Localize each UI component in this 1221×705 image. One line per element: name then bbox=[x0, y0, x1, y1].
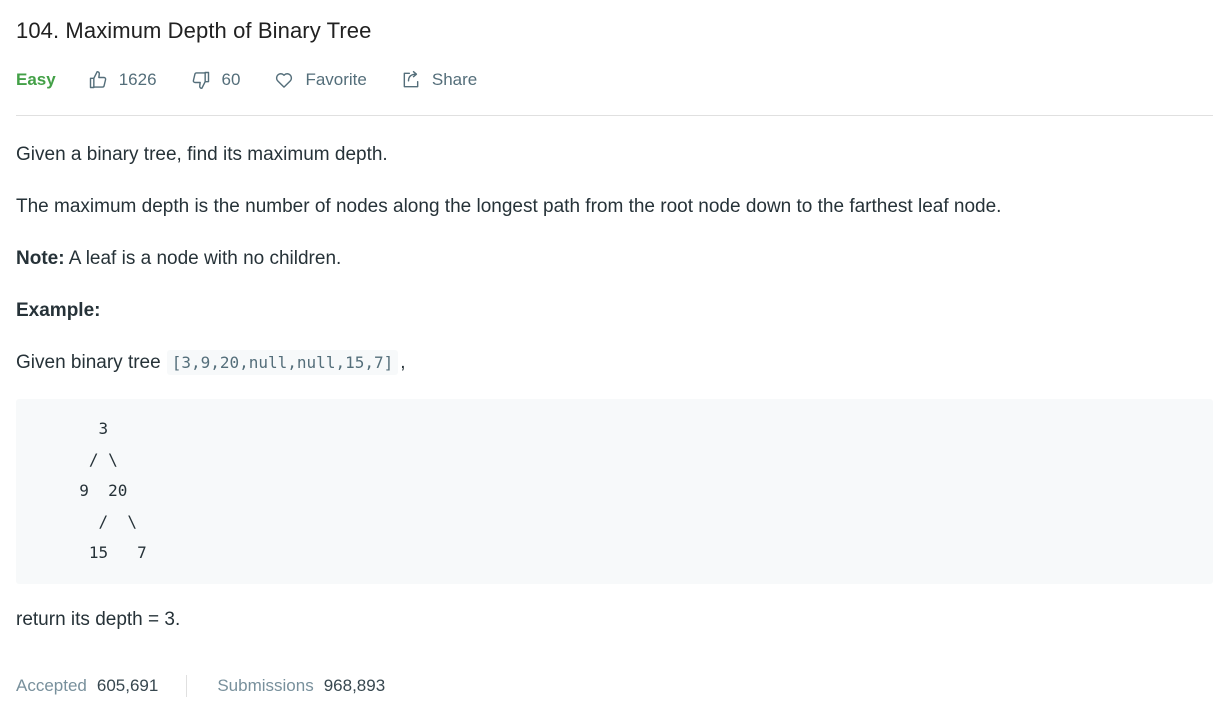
description-paragraph-2: The maximum depth is the number of nodes… bbox=[16, 196, 1002, 217]
accepted-count: 605,691 bbox=[96, 676, 159, 695]
dislike-count: 60 bbox=[221, 70, 241, 89]
given-text: Given binary tree bbox=[16, 352, 161, 373]
accepted-label: Accepted bbox=[16, 676, 87, 695]
given-tree-code: [3,9,20,null,null,15,7] bbox=[166, 350, 399, 375]
favorite-button[interactable]: Favorite bbox=[274, 70, 367, 90]
thumbs-down-icon bbox=[192, 71, 209, 90]
description-paragraph-1: Given a binary tree, find its maximum de… bbox=[16, 144, 388, 165]
header-divider bbox=[16, 115, 1213, 116]
like-button[interactable]: 1626 bbox=[88, 70, 157, 90]
example-given-line: Given binary tree [3,9,20,null,null,15,7]… bbox=[16, 348, 1213, 378]
note-label: Note: bbox=[16, 248, 65, 269]
example-heading: Example: bbox=[16, 296, 1213, 326]
submissions-count: 968,893 bbox=[323, 676, 386, 695]
thumbs-up-icon bbox=[89, 70, 107, 89]
tree-ascii-diagram: 3 / \ 9 20 / \ 15 7 bbox=[79, 419, 147, 562]
problem-description-panel: 104. Maximum Depth of Binary Tree Easy 1… bbox=[0, 0, 1221, 705]
example-label: Example: bbox=[16, 300, 101, 321]
favorite-label: Favorite bbox=[305, 70, 367, 89]
problem-meta-row: Easy 1626 60 Favorite Share bbox=[16, 66, 511, 94]
share-icon bbox=[403, 70, 419, 88]
share-label: Share bbox=[431, 70, 478, 89]
dislike-button[interactable]: 60 bbox=[191, 70, 241, 90]
note-paragraph: Note: A leaf is a node with no children. bbox=[16, 244, 1213, 274]
stats-separator bbox=[186, 675, 188, 697]
return-statement: return its depth = 3. bbox=[16, 609, 181, 630]
problem-title: 104. Maximum Depth of Binary Tree bbox=[16, 18, 372, 43]
submissions-label: Submissions bbox=[217, 676, 314, 695]
problem-statement: Given a binary tree, find its maximum de… bbox=[16, 140, 1213, 400]
example-tree-code-block: 3 / \ 9 20 / \ 15 7 bbox=[16, 399, 1213, 584]
share-button[interactable]: Share bbox=[401, 70, 477, 90]
heart-icon bbox=[276, 73, 293, 88]
submission-stats: Accepted 605,691 Submissions 968,893 bbox=[16, 673, 385, 699]
given-suffix: , bbox=[400, 352, 406, 373]
difficulty-badge: Easy bbox=[16, 70, 56, 89]
like-count: 1626 bbox=[118, 70, 157, 89]
note-text: A leaf is a node with no children. bbox=[64, 248, 342, 269]
